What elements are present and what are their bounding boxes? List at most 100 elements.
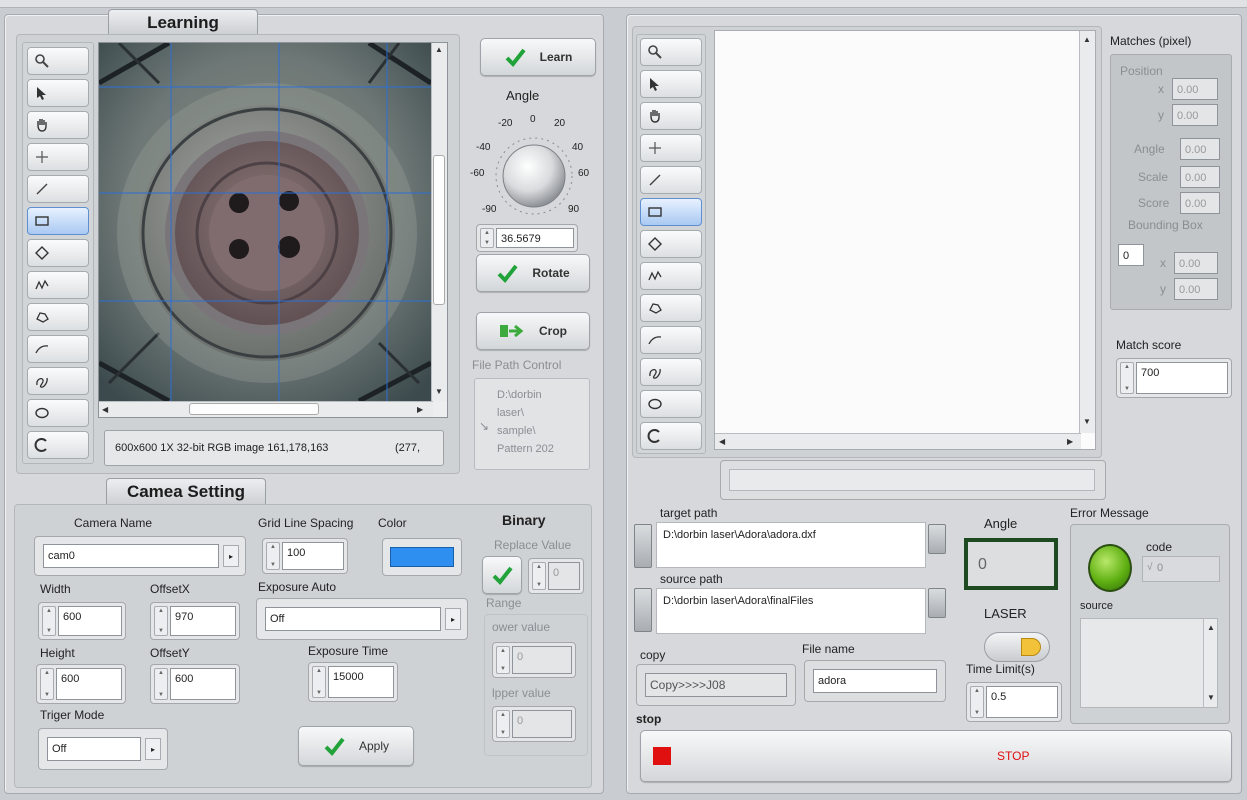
angle-input[interactable]: 36.5679 [496, 228, 574, 248]
file-path-control[interactable]: ↘ D:\dorbin laser\ sample\ Pattern 202 [474, 378, 590, 470]
zoom-tool[interactable] [640, 38, 702, 66]
scroll-down-arrow-icon[interactable]: ▼ [1083, 417, 1091, 426]
height-spinner-icon[interactable]: ▲ ▼ [40, 668, 54, 700]
pointer-tool[interactable] [27, 79, 89, 107]
error-source-text[interactable]: ▲ ▼ [1080, 618, 1218, 708]
width-numeric[interactable]: ▲ ▼ 600 [38, 602, 126, 640]
polygon-tool[interactable] [27, 303, 89, 331]
lower-spinner-icon[interactable]: ▲ ▼ [496, 646, 510, 674]
line-tool[interactable] [640, 166, 702, 194]
bbox-index[interactable]: 0 [1118, 244, 1144, 266]
freeline-tool[interactable] [640, 262, 702, 290]
time-limit-input[interactable]: 0.5 [986, 686, 1058, 718]
camera-name-select[interactable]: cam0 ▸ [34, 536, 246, 576]
source-path-input[interactable]: D:\dorbin laser\Adora\finalFiles [656, 588, 926, 634]
scroll-left-arrow-icon[interactable]: ◀ [719, 437, 725, 446]
pan-tool[interactable] [640, 102, 702, 130]
offsetx-numeric[interactable]: ▲ ▼ 970 [150, 602, 240, 640]
pointer-tool[interactable] [640, 70, 702, 98]
rectangle-tool[interactable] [640, 198, 702, 226]
match-image-display[interactable]: ▲ ▼ ◀ ▶ [714, 30, 1096, 450]
browse-icon[interactable]: ↘ [479, 419, 489, 433]
lower-value-numeric[interactable]: ▲ ▼ 0 [492, 642, 576, 678]
match-score-input[interactable]: 700 [1136, 362, 1228, 394]
offsety-input[interactable]: 600 [170, 668, 236, 700]
angle-numeric[interactable]: ▲ ▼ 36.5679 [476, 224, 578, 252]
width-input[interactable]: 600 [58, 606, 122, 636]
exposure-time-spinner-icon[interactable]: ▲ ▼ [312, 666, 326, 698]
scroll-up-arrow-icon[interactable]: ▲ [1207, 623, 1215, 632]
source-path-browse-left[interactable] [634, 588, 652, 632]
scroll-up-arrow-icon[interactable]: ▲ [1083, 35, 1091, 44]
rectangle-tool[interactable] [27, 207, 89, 235]
scroll-up-arrow-icon[interactable]: ▲ [435, 45, 443, 54]
image-vertical-scrollbar[interactable]: ▲ ▼ [431, 43, 447, 401]
target-path-input[interactable]: D:\dorbin laser\Adora\adora.dxf [656, 522, 926, 568]
lower-value-input[interactable]: 0 [512, 646, 572, 674]
scroll-right-arrow-icon[interactable]: ▶ [1067, 437, 1073, 446]
color-swatch[interactable] [390, 547, 454, 567]
pan-tool[interactable] [27, 111, 89, 139]
dropdown-arrow-icon[interactable]: ▸ [145, 738, 161, 760]
annulus-tool[interactable] [640, 422, 702, 450]
oval-tool[interactable] [27, 399, 89, 427]
match-score-numeric[interactable]: ▲ ▼ 700 [1116, 358, 1232, 398]
height-input[interactable]: 600 [56, 668, 122, 700]
exposure-auto-select[interactable]: Off ▸ [256, 598, 468, 640]
source-path-browse-right[interactable] [928, 588, 946, 618]
camera-name-value[interactable]: cam0 [43, 544, 219, 568]
rotated-rectangle-tool[interactable] [27, 239, 89, 267]
offsety-spinner-icon[interactable]: ▲ ▼ [154, 668, 168, 700]
zoom-tool[interactable] [27, 47, 89, 75]
upper-value-numeric[interactable]: ▲ ▼ 0 [492, 706, 576, 742]
dropdown-arrow-icon[interactable]: ▸ [445, 608, 461, 630]
time-limit-spinner-icon[interactable]: ▲ ▼ [970, 686, 984, 718]
freehand-tool[interactable] [27, 367, 89, 395]
offsetx-spinner-icon[interactable]: ▲ ▼ [154, 606, 168, 636]
stop-button[interactable]: STOP [640, 730, 1232, 782]
rotate-button[interactable]: Rotate [476, 254, 590, 292]
rotated-rectangle-tool[interactable] [640, 230, 702, 258]
crosshair-tool[interactable] [640, 134, 702, 162]
match-score-spinner-icon[interactable]: ▲ ▼ [1120, 362, 1134, 394]
upper-value-input[interactable]: 0 [512, 710, 572, 738]
replace-value-input[interactable]: 0 [548, 562, 580, 590]
scroll-down-arrow-icon[interactable]: ▼ [435, 387, 443, 396]
dropdown-arrow-icon[interactable]: ▸ [223, 545, 239, 567]
freehand-tool[interactable] [640, 358, 702, 386]
exposure-time-numeric[interactable]: ▲ ▼ 15000 [308, 662, 398, 702]
polygon-tool[interactable] [640, 294, 702, 322]
color-picker[interactable] [382, 538, 462, 576]
learning-image-display[interactable]: ▲ ▼ ◀ ▶ [98, 42, 448, 418]
height-numeric[interactable]: ▲ ▼ 600 [36, 664, 126, 704]
target-path-browse-right[interactable] [928, 524, 946, 554]
target-path-browse-left[interactable] [634, 524, 652, 568]
scroll-thumb[interactable] [433, 155, 445, 305]
scroll-thumb-h[interactable] [189, 403, 319, 415]
grid-spacing-numeric[interactable]: ▲ ▼ 100 [262, 538, 348, 574]
time-limit-numeric[interactable]: ▲ ▼ 0.5 [966, 682, 1062, 722]
line-tool[interactable] [27, 175, 89, 203]
learn-button[interactable]: Learn [480, 38, 596, 76]
apply-button[interactable]: Apply [298, 726, 414, 766]
offsetx-input[interactable]: 970 [170, 606, 236, 636]
file-name-input[interactable]: adora [813, 669, 937, 693]
grid-spacing-input[interactable]: 100 [282, 542, 344, 570]
crop-button[interactable]: Crop [476, 312, 590, 350]
replace-spinner-icon[interactable]: ▲ ▼ [532, 562, 546, 590]
match-vertical-scrollbar[interactable]: ▲ ▼ [1079, 31, 1095, 433]
scroll-right-arrow-icon[interactable]: ▶ [417, 405, 423, 414]
trigger-mode-select[interactable]: Off ▸ [38, 728, 168, 770]
exposure-time-input[interactable]: 15000 [328, 666, 394, 698]
grid-spacing-spinner-icon[interactable]: ▲ ▼ [266, 542, 280, 570]
crosshair-tool[interactable] [27, 143, 89, 171]
freeline-tool[interactable] [27, 271, 89, 299]
angle-knob[interactable]: -20 0 20 -40 40 -60 60 -90 90 [468, 106, 598, 222]
polyline-tool[interactable] [27, 335, 89, 363]
polyline-tool[interactable] [640, 326, 702, 354]
binary-toggle-button[interactable] [482, 556, 522, 594]
replace-value-numeric[interactable]: ▲ ▼ 0 [528, 558, 584, 594]
width-spinner-icon[interactable]: ▲ ▼ [42, 606, 56, 636]
scroll-down-arrow-icon[interactable]: ▼ [1207, 693, 1215, 702]
annulus-tool[interactable] [27, 431, 89, 459]
